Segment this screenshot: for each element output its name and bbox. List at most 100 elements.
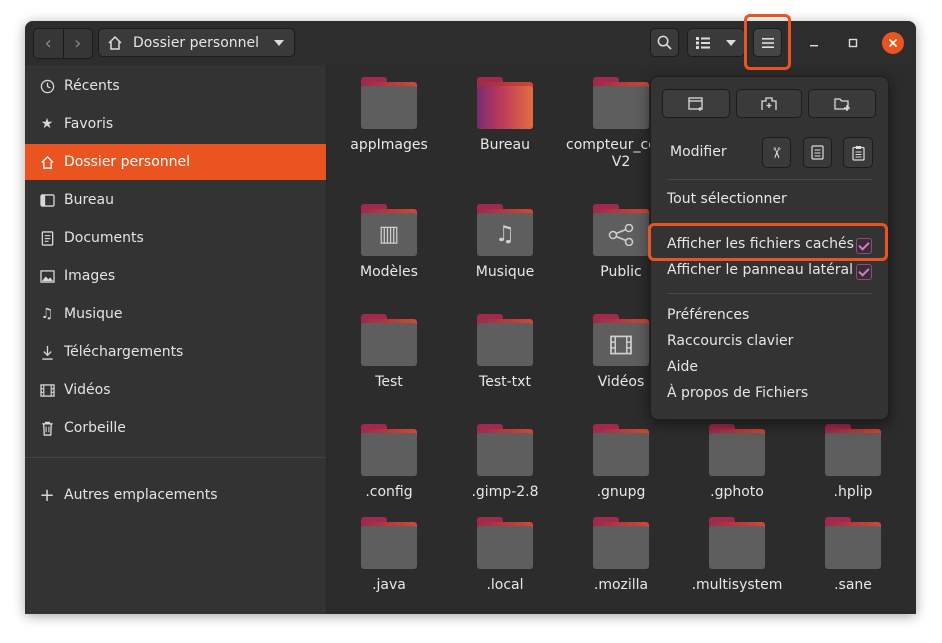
sidebar-item-recents[interactable]: Récents [25,68,326,104]
paste-icon [851,145,865,161]
new-window-icon [688,96,703,111]
sidebar-item-label: Bureau [64,192,114,208]
file-name: .mozilla [593,577,649,593]
chevron-down-icon [274,40,284,46]
minimize-button[interactable] [804,33,824,53]
sidebar-item-musique[interactable]: ♫ Musique [25,296,326,332]
file-item[interactable]: .local [450,517,560,594]
sidebar: Récents ★ Favoris Dossier personnel Bure… [25,65,327,614]
file-item[interactable]: .gnupg [566,424,676,501]
show-sidebar-item[interactable]: Afficher le panneau latéral [667,262,853,278]
menu-button[interactable] [753,28,782,57]
file-name: .gphoto [710,484,764,500]
help-item[interactable]: Aide [667,359,698,375]
chevron-right-icon[interactable]: › [64,29,93,58]
copy-button[interactable] [803,137,832,168]
file-name: .gnupg [596,484,646,500]
search-icon [657,35,672,50]
sidebar-item-favoris[interactable]: ★ Favoris [25,106,326,142]
folder-icon [477,314,533,366]
folder-icon [361,424,417,476]
folder-icon [361,314,417,366]
sidebar-item-label: Dossier personnel [64,154,191,170]
home-icon [108,35,122,50]
file-name: .multisystem [691,577,783,593]
about-item[interactable]: À propos de Fichiers [667,385,808,401]
navigation-buttons: ‹ › [33,28,93,59]
show-sidebar-checkbox[interactable] [856,264,872,280]
file-item[interactable]: .config [334,424,444,501]
music-folder-icon: ♫ [477,204,533,256]
sidebar-item-other-locations[interactable]: + Autres emplacements [25,477,326,513]
sidebar-item-corbeille[interactable]: Corbeille [25,410,326,446]
home-icon [38,155,56,170]
show-hidden-files-item[interactable]: Afficher les fichiers cachés [667,236,854,252]
sidebar-item-videos[interactable]: Vidéos [25,372,326,408]
file-item[interactable]: .sane [798,517,908,594]
document-icon [38,230,56,246]
file-name: .sane [834,577,872,593]
file-item[interactable]: ♫ Musique [450,204,560,281]
sidebar-item-telechargements[interactable]: Téléchargements [25,334,326,370]
sidebar-item-home[interactable]: Dossier personnel [25,144,326,180]
download-icon [38,345,56,360]
file-item[interactable]: appImages [334,77,444,154]
folder-icon [593,517,649,569]
sidebar-item-label: Favoris [64,116,114,132]
new-tab-button[interactable] [736,89,802,118]
file-item[interactable]: Bureau [450,77,560,154]
menu-separator [667,223,872,224]
sidebar-item-bureau[interactable]: Bureau [25,182,326,218]
file-item[interactable]: .gphoto [682,424,792,501]
menu-separator [667,293,872,294]
plus-icon: + [39,484,55,506]
templates-folder-icon: ▥ [361,204,417,256]
close-icon [888,38,898,48]
keyboard-shortcuts-item[interactable]: Raccourcis clavier [667,333,793,349]
file-name: Musique [475,264,535,280]
chevron-left-icon[interactable]: ‹ [34,29,64,58]
copy-icon [811,145,824,160]
file-item[interactable]: Test-txt [450,314,560,391]
location-button[interactable]: Dossier personnel [98,28,295,57]
maximize-button[interactable] [843,33,863,53]
location-label: Dossier personnel [133,34,260,51]
show-hidden-files-checkbox[interactable] [856,238,872,254]
file-name: Modèles [360,264,418,280]
chevron-down-icon [726,39,736,46]
new-folder-button[interactable] [808,89,876,118]
sidebar-item-label: Images [64,268,116,284]
file-item[interactable]: ▥ Modèles [334,204,444,281]
file-item[interactable]: .mozilla [566,517,676,594]
new-window-button[interactable] [662,89,730,118]
file-item[interactable]: .hplip [798,424,908,501]
file-item[interactable]: .multisystem [682,517,792,594]
select-all-item[interactable]: Tout sélectionner [667,191,787,207]
preferences-item[interactable]: Préférences [667,307,749,323]
file-name: .config [365,484,413,500]
search-button[interactable] [650,28,679,57]
sidebar-item-images[interactable]: Images [25,258,326,294]
file-name: Test [375,374,403,390]
trash-icon [38,421,56,436]
list-view-icon [696,36,710,49]
cut-button[interactable]: ✂ [762,137,791,168]
share-folder-icon [593,204,649,256]
file-name: .local [486,577,524,593]
sidebar-item-label: Documents [64,230,144,246]
folder-icon [361,517,417,569]
sidebar-item-documents[interactable]: Documents [25,220,326,256]
sidebar-item-label: Téléchargements [64,344,184,360]
new-folder-icon [833,97,850,111]
close-button[interactable] [882,32,904,54]
folder-icon [361,77,417,129]
paste-button[interactable] [843,137,873,168]
folder-icon [593,424,649,476]
file-name: appImages [350,137,428,153]
file-item[interactable]: .java [334,517,444,594]
video-folder-icon [593,314,649,366]
folder-icon [825,424,881,476]
view-button[interactable] [687,28,745,57]
file-item[interactable]: Test [334,314,444,391]
file-item[interactable]: .gimp-2.8 [450,424,560,501]
